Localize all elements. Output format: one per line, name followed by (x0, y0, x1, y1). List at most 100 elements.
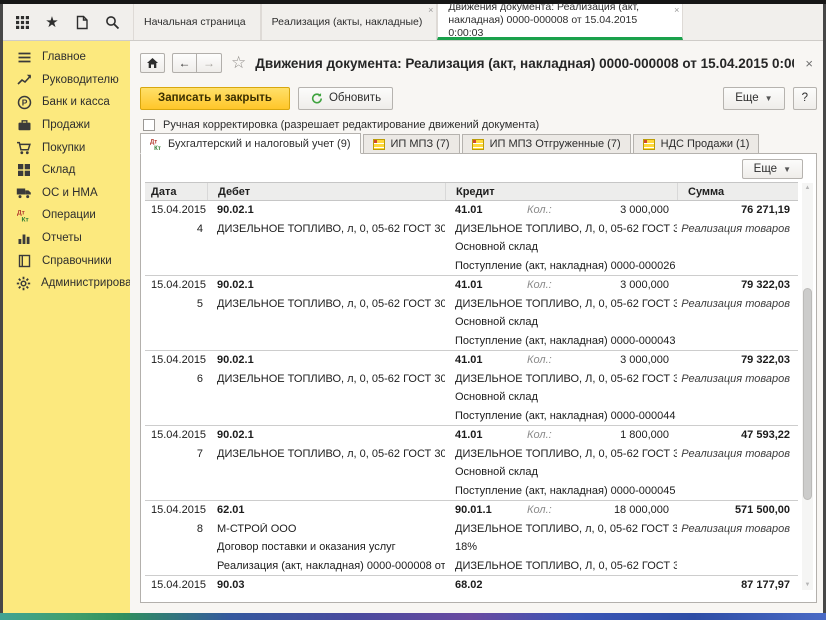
scrollbar-thumb[interactable] (803, 288, 812, 500)
table-row[interactable]: 15.04.201590.02.141.01Кол.:3 000,00079 3… (145, 350, 798, 425)
favorite-star-icon[interactable]: ☆ (231, 53, 246, 73)
register-tab-label: ИП МПЗ (7) (391, 138, 450, 150)
back-button[interactable]: ← (172, 53, 197, 73)
credit-cell: 41.01Кол.:1 800,000 (445, 429, 677, 441)
credit-account: 41.01 (455, 354, 527, 366)
refresh-label: Обновить (329, 92, 381, 104)
favorites-star-icon[interactable]: ★ (43, 13, 61, 31)
help-button[interactable]: ? (793, 87, 817, 110)
debit-account: 90.02.1 (207, 354, 445, 366)
command-bar: Записать и закрыть Обновить Еще ▼ ? (140, 86, 817, 110)
sidebar-item-manager[interactable]: Руководителю (3, 69, 130, 92)
refresh-button[interactable]: Обновить (298, 87, 393, 110)
sidebar-item-operations[interactable]: ДтКтОперации (3, 204, 130, 227)
credit-subconto: Основной склад (445, 241, 677, 253)
search-icon[interactable] (103, 13, 121, 31)
row-number: 6 (145, 373, 207, 385)
app-tab-2[interactable]: Движения документа: Реализация (акт, нак… (437, 4, 683, 40)
svg-text:Кт: Кт (154, 146, 161, 151)
register-tab-label: НДС Продажи (1) (661, 138, 750, 150)
vertical-scrollbar[interactable]: ▲ ▼ (802, 183, 813, 590)
app-tab-0[interactable]: Начальная страница (133, 4, 261, 40)
credit-subconto: Основной склад (445, 391, 677, 403)
manual-adjustment-row: Ручная корректировка (разрешает редактир… (143, 119, 539, 131)
table-row-line: 6ДИЗЕЛЬНОЕ ТОПЛИВО, л, 0, 05-62 ГОСТ 305… (145, 370, 798, 389)
table-row[interactable]: 15.04.201590.02.141.01Кол.:1 800,00047 5… (145, 425, 798, 500)
table-row[interactable]: 15.04.201590.0368.0287 177,97 (145, 575, 798, 590)
sidebar-item-reports[interactable]: Отчеты (3, 227, 130, 250)
table-row-line: Поступление (акт, накладная) 0000-000043… (145, 332, 798, 351)
sum-note: Реализация товаров (677, 448, 798, 460)
credit-subconto: Основной склад (445, 316, 677, 328)
table-row-line: 15.04.201562.0190.01.1Кол.:18 000,000571… (145, 501, 798, 520)
home-button[interactable] (140, 53, 165, 73)
tab-nds-sales[interactable]: НДС Продажи (1) (633, 134, 760, 154)
table-row-line: 15.04.201590.02.141.01Кол.:3 000,00076 2… (145, 201, 798, 220)
book-icon (16, 253, 32, 268)
document-header: ← → ☆ Движения документа: Реализация (ак… (140, 52, 817, 74)
credit-subconto: ДИЗЕЛЬНОЕ ТОПЛИВО, Л, 0, 05-62 ГОСТ 305-… (445, 560, 677, 572)
row-number: 7 (145, 448, 207, 460)
svg-text:Дт: Дт (17, 210, 25, 217)
bank-icon: Р (16, 95, 32, 110)
credit-cell: 90.01.1Кол.:18 000,000 (445, 504, 677, 516)
more-button[interactable]: Еще ▼ (723, 87, 784, 110)
home-icon (146, 57, 159, 69)
menu-icon (16, 50, 32, 65)
close-form-icon[interactable]: × (801, 56, 817, 71)
col-header-credit[interactable]: Кредит (445, 183, 677, 200)
debit-subconto: Реализация (акт, накладная) 0000-000008 … (207, 560, 445, 572)
register-tab-label: ИП МПЗ Отгруженные (7) (490, 138, 621, 150)
sidebar-item-main[interactable]: Главное (3, 46, 130, 69)
apps-grid-icon[interactable] (13, 13, 31, 31)
table-row-line: Основной склад (145, 463, 798, 482)
chart-icon (16, 72, 32, 87)
sidebar-item-administration[interactable]: Администрирование (3, 272, 130, 295)
table-row-line: 4ДИЗЕЛЬНОЕ ТОПЛИВО, л, 0, 05-62 ГОСТ 305… (145, 220, 798, 239)
quantity-label: Кол.: (527, 504, 575, 516)
col-header-sum[interactable]: Сумма (677, 183, 798, 200)
sidebar-item-directories[interactable]: Справочники (3, 249, 130, 272)
credit-subconto: Поступление (акт, накладная) 0000-000043… (445, 335, 677, 347)
forward-button[interactable]: → (197, 53, 222, 73)
sidebar-item-warehouse[interactable]: Склад (3, 159, 130, 182)
col-header-date[interactable]: Дата (145, 183, 207, 200)
tab-accounting[interactable]: ДтКтБухгалтерский и налоговый учет (9) (140, 133, 361, 154)
table-row[interactable]: 15.04.201590.02.141.01Кол.:3 000,00079 3… (145, 275, 798, 350)
debit-subconto: Договор поставки и оказания услуг (207, 541, 445, 553)
history-nav-group: ← → (172, 53, 222, 73)
col-header-debit[interactable]: Дебет (207, 183, 445, 200)
credit-subconto: Основной склад (445, 466, 677, 478)
table-more-button[interactable]: Еще ▼ (742, 159, 803, 179)
quantity-value: 3 000,000 (575, 279, 677, 291)
row-date: 15.04.2015 (145, 579, 207, 590)
save-and-close-button[interactable]: Записать и закрыть (140, 87, 290, 110)
tab-close-icon[interactable]: × (674, 6, 679, 15)
table-row[interactable]: 15.04.201590.02.141.01Кол.:3 000,00076 2… (145, 201, 798, 275)
app-tab-1[interactable]: Реализация (акты, накладные)× (261, 4, 438, 40)
sidebar-item-bank-cash[interactable]: РБанк и касса (3, 91, 130, 114)
table-row-line: Договор поставки и оказания услуг18% (145, 538, 798, 557)
tab-close-icon[interactable]: × (428, 6, 433, 15)
manual-adjustment-checkbox[interactable] (143, 119, 155, 131)
table-row[interactable]: 15.04.201562.0190.01.1Кол.:18 000,000571… (145, 500, 798, 575)
credit-account: 41.01 (455, 204, 527, 216)
row-date: 15.04.2015 (145, 504, 207, 516)
desktop-edge (0, 613, 826, 620)
credit-subconto: ДИЗЕЛЬНОЕ ТОПЛИВО, Л, 0, 05-62 ГОСТ 305-… (445, 223, 677, 235)
scroll-up-icon[interactable]: ▲ (802, 183, 813, 193)
app-window: ★ Начальная страницаРеализация (акты, на… (0, 0, 826, 620)
tab-ip-mpz-shipped[interactable]: ИП МПЗ Отгруженные (7) (462, 134, 631, 154)
scroll-down-icon[interactable]: ▼ (802, 580, 813, 590)
debit-subconto: ДИЗЕЛЬНОЕ ТОПЛИВО, л, 0, 05-62 ГОСТ 305-… (207, 448, 445, 460)
quantity-value: 3 000,000 (575, 204, 677, 216)
sidebar-item-sales[interactable]: Продажи (3, 114, 130, 137)
sidebar-item-fixed-assets[interactable]: ОС и НМА (3, 182, 130, 205)
credit-subconto: ДИЗЕЛЬНОЕ ТОПЛИВО, Л, 0, 05-62 ГОСТ 305-… (445, 298, 677, 310)
history-icon[interactable] (73, 13, 91, 31)
register-tab-label: Бухгалтерский и налоговый учет (9) (168, 138, 351, 150)
svg-text:Кт: Кт (22, 217, 29, 223)
sidebar-item-purchases[interactable]: Покупки (3, 136, 130, 159)
tab-ip-mpz[interactable]: ИП МПЗ (7) (363, 134, 460, 154)
truck-icon (16, 185, 32, 200)
